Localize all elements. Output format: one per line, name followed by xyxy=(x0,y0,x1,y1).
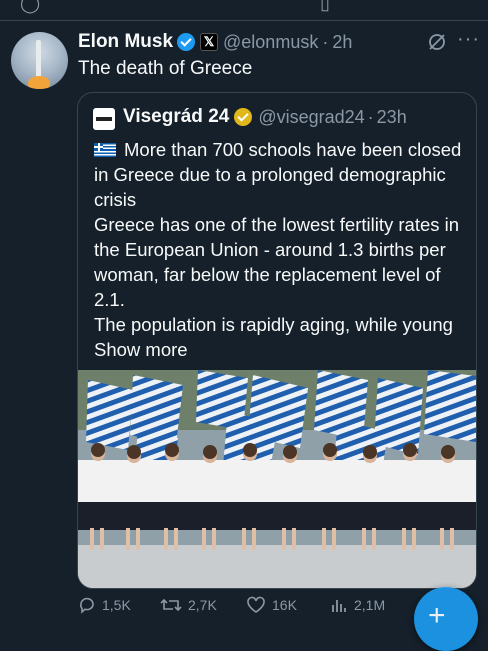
quoted-timestamp: 23h xyxy=(376,106,407,127)
quoted-avatar[interactable] xyxy=(93,108,115,130)
author-name[interactable]: Elon Musk xyxy=(78,31,173,53)
like-button[interactable]: 16K xyxy=(246,596,297,614)
repost-button[interactable]: 2,7K xyxy=(160,596,217,614)
quoted-line-1: More than 700 schools have been closed i… xyxy=(94,139,462,210)
like-icon xyxy=(247,596,265,613)
like-count: 16K xyxy=(272,597,297,613)
more-icon[interactable]: ··· xyxy=(457,28,480,51)
quoted-photo[interactable] xyxy=(78,370,476,588)
verified-badge-icon xyxy=(177,33,196,51)
greece-flag-icon xyxy=(94,143,116,157)
quoted-author-name: Visegrád 24 xyxy=(123,106,230,127)
author-handle[interactable]: @elonmusk xyxy=(223,32,318,53)
parade-photo xyxy=(78,370,476,588)
x-affiliation-icon: 𝕏 xyxy=(200,33,219,51)
quoted-line-3: The population is rapidly aging, while y… xyxy=(94,314,453,360)
bookmark-icon[interactable]: ▯ xyxy=(320,0,330,12)
reply-icon xyxy=(80,597,94,614)
grok-icon[interactable] xyxy=(426,31,448,53)
rocket-image xyxy=(36,40,41,78)
views-count: 2,1M xyxy=(354,597,386,613)
quoted-header: Visegrád 24 @visegrad24 · 23h xyxy=(123,106,407,128)
views-button[interactable]: 2,1M xyxy=(330,596,385,614)
compose-icon: + xyxy=(428,599,446,632)
tweet-text: The death of Greece xyxy=(78,58,253,79)
show-more-link[interactable]: Show more xyxy=(94,339,188,360)
quoted-tweet[interactable]: Visegrád 24 @visegrad24 · 23h More than … xyxy=(77,92,477,589)
reply-button[interactable]: 1,5K xyxy=(78,596,131,614)
gold-verified-badge-icon xyxy=(234,108,253,126)
compose-button[interactable]: + xyxy=(414,587,478,651)
quoted-text: More than 700 schools have been closed i… xyxy=(94,137,466,362)
avatar[interactable] xyxy=(11,32,68,89)
rocket-flame xyxy=(28,76,50,89)
repost-count: 2,7K xyxy=(188,597,217,613)
previous-tweet-actions: ◯ ▯ xyxy=(0,0,488,21)
timestamp[interactable]: 2h xyxy=(332,32,352,53)
tweet-header: Elon Musk 𝕏 @elonmusk · 2h xyxy=(78,30,352,54)
quoted-author-handle: @visegrad24 xyxy=(258,106,365,127)
repost-icon xyxy=(160,598,182,612)
separator-dot: · xyxy=(322,31,329,52)
separator-dot: · xyxy=(367,106,374,127)
views-icon xyxy=(332,600,346,612)
reply-count: 1,5K xyxy=(102,597,131,613)
quoted-line-2: Greece has one of the lowest fertility r… xyxy=(94,214,460,310)
reply-icon[interactable]: ◯ xyxy=(20,0,40,12)
